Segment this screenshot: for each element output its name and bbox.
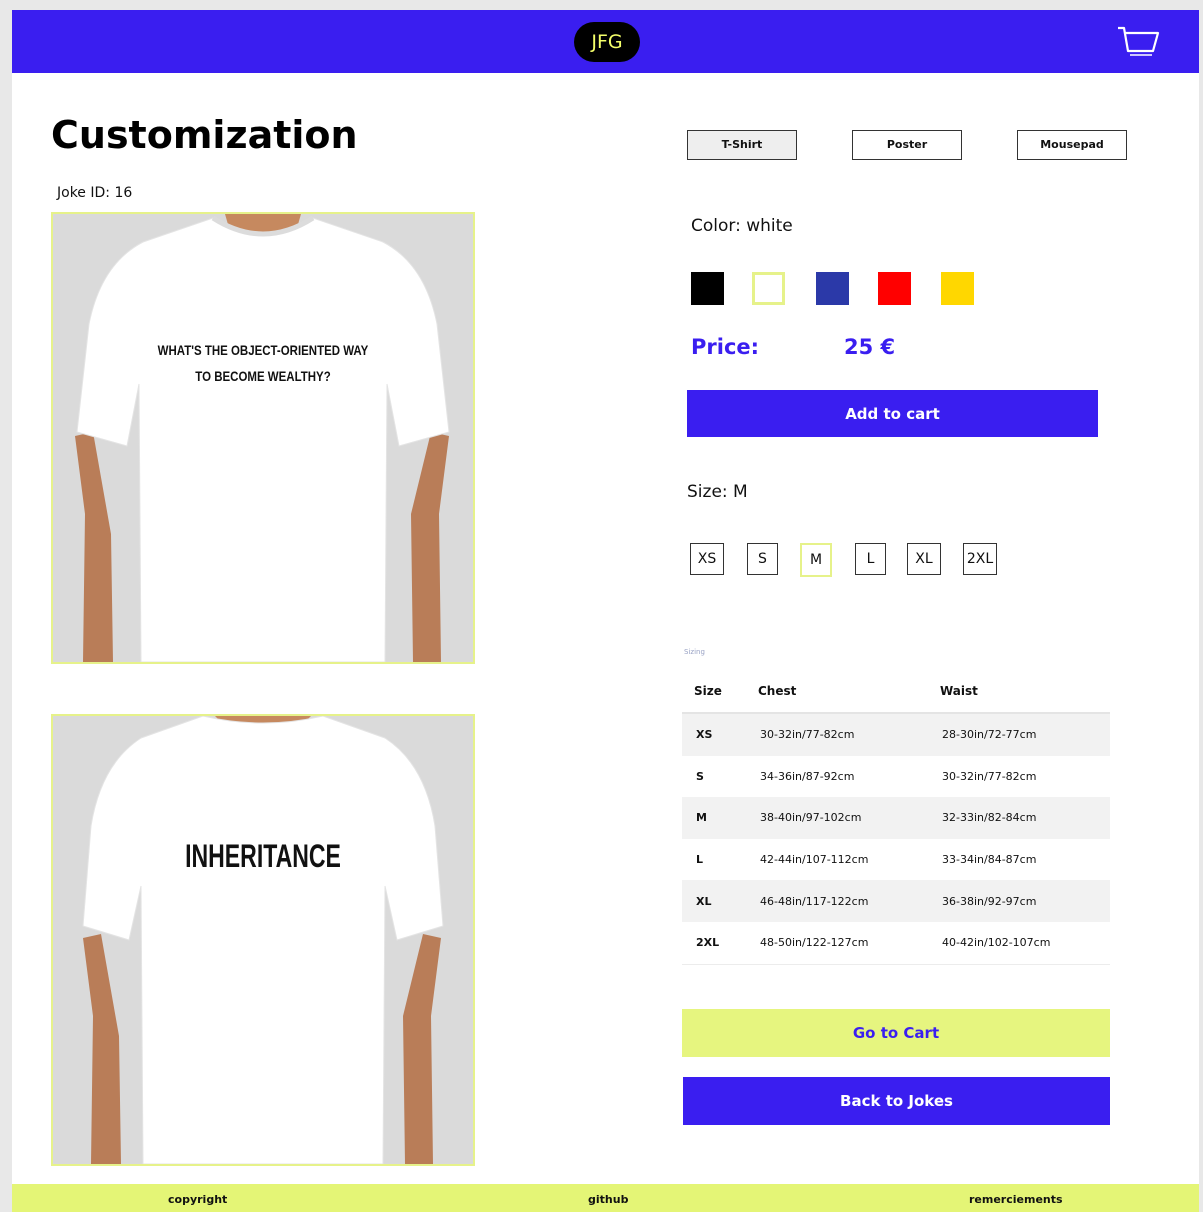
footer-copyright-link[interactable]: copyright bbox=[168, 1193, 227, 1206]
color-swatch-yellow[interactable] bbox=[941, 272, 974, 305]
top-bar: JFG bbox=[12, 10, 1199, 73]
table-row: S 34-36in/87-92cm 30-32in/77-82cm bbox=[682, 756, 1110, 798]
product-poster-button[interactable]: Poster bbox=[852, 130, 962, 160]
table-cell: M bbox=[682, 797, 746, 839]
size-chart-header-chest: Chest bbox=[758, 684, 797, 698]
table-cell: XL bbox=[682, 880, 746, 922]
color-swatch-white[interactable] bbox=[752, 272, 785, 305]
size-label: Size: M bbox=[687, 482, 748, 502]
table-cell: 40-42in/102-107cm bbox=[942, 936, 1051, 950]
size-option-2xl[interactable]: 2XL bbox=[963, 543, 997, 575]
color-swatch-black[interactable] bbox=[691, 272, 724, 305]
page-title: Customization bbox=[51, 113, 358, 157]
price-label: Price: bbox=[691, 335, 760, 359]
table-cell: 28-30in/72-77cm bbox=[928, 713, 1110, 756]
tshirt-front-preview: WHAT'S THE OBJECT-ORIENTED WAY TO BECOME… bbox=[51, 212, 475, 664]
table-cell: 30-32in/77-82cm bbox=[746, 713, 928, 756]
table-row: M 38-40in/97-102cm 32-33in/82-84cm bbox=[682, 797, 1110, 839]
size-chart-header-waist: Waist bbox=[940, 684, 978, 698]
size-chart-table: Size Chest Waist XS 30-32in/77-82cm 28-3… bbox=[682, 670, 1110, 965]
front-text-line-2: TO BECOME WEALTHY? bbox=[195, 368, 331, 384]
table-cell: 42-44in/107-112cm bbox=[760, 853, 869, 867]
tshirt-back-image bbox=[82, 716, 444, 1164]
table-cell: 46-48in/117-122cm bbox=[746, 880, 928, 922]
table-cell: 36-38in/92-97cm bbox=[928, 880, 1110, 922]
back-to-jokes-button[interactable]: Back to Jokes bbox=[683, 1077, 1110, 1125]
product-tshirt-button[interactable]: T-Shirt bbox=[687, 130, 797, 160]
color-label: Color: white bbox=[691, 216, 793, 236]
tshirt-back-preview: INHERITANCE bbox=[51, 714, 475, 1166]
tshirt-front-image bbox=[75, 214, 450, 662]
table-row: 2XL 48-50in/122-127cm 40-42in/102-107cm bbox=[682, 922, 1110, 965]
size-chart-header-row: Size Chest Waist bbox=[682, 670, 1110, 713]
size-option-s[interactable]: S bbox=[747, 543, 778, 575]
table-cell: 30-32in/77-82cm bbox=[942, 769, 1037, 783]
color-swatch-blue[interactable] bbox=[816, 272, 849, 305]
size-option-m[interactable]: M bbox=[800, 543, 832, 577]
logo[interactable]: JFG bbox=[574, 22, 640, 62]
size-option-xl[interactable]: XL bbox=[907, 543, 941, 575]
table-cell: 2XL bbox=[696, 936, 720, 950]
table-cell: S bbox=[696, 769, 704, 783]
size-option-xs[interactable]: XS bbox=[690, 543, 724, 575]
add-to-cart-button[interactable]: Add to cart bbox=[687, 390, 1098, 437]
price-value: 25 € bbox=[844, 335, 896, 359]
footer: copyright github remerciements bbox=[12, 1184, 1199, 1212]
footer-thanks-link[interactable]: remerciements bbox=[969, 1193, 1063, 1206]
table-cell: 38-40in/97-102cm bbox=[746, 797, 928, 839]
footer-github-link[interactable]: github bbox=[588, 1193, 628, 1206]
tshirt-back-text: INHERITANCE bbox=[185, 838, 341, 874]
front-text-line-1: WHAT'S THE OBJECT-ORIENTED WAY bbox=[157, 342, 369, 358]
size-chart-caption: Sizing bbox=[684, 648, 705, 656]
table-row: XS 30-32in/77-82cm 28-30in/72-77cm bbox=[682, 713, 1110, 756]
tshirt-front-text: WHAT'S THE OBJECT-ORIENTED WAY TO BECOME… bbox=[140, 337, 386, 389]
cart-icon[interactable] bbox=[1116, 24, 1160, 58]
table-row: L 42-44in/107-112cm 33-34in/84-87cm bbox=[682, 839, 1110, 881]
table-cell: 33-34in/84-87cm bbox=[942, 853, 1037, 867]
product-mousepad-button[interactable]: Mousepad bbox=[1017, 130, 1127, 160]
joke-id: Joke ID: 16 bbox=[57, 185, 133, 201]
table-cell: XS bbox=[682, 713, 746, 756]
table-row: XL 46-48in/117-122cm 36-38in/92-97cm bbox=[682, 880, 1110, 922]
page-frame: JFG Customization Joke ID: 16 WHAT'S THE… bbox=[12, 10, 1199, 1212]
color-swatch-red[interactable] bbox=[878, 272, 911, 305]
size-chart-header-size: Size bbox=[694, 684, 722, 698]
table-cell: L bbox=[696, 853, 704, 867]
go-to-cart-button[interactable]: Go to Cart bbox=[682, 1009, 1110, 1057]
size-option-l[interactable]: L bbox=[855, 543, 886, 575]
table-cell: 32-33in/82-84cm bbox=[928, 797, 1110, 839]
table-cell: 48-50in/122-127cm bbox=[760, 936, 869, 950]
table-cell: 34-36in/87-92cm bbox=[760, 769, 855, 783]
